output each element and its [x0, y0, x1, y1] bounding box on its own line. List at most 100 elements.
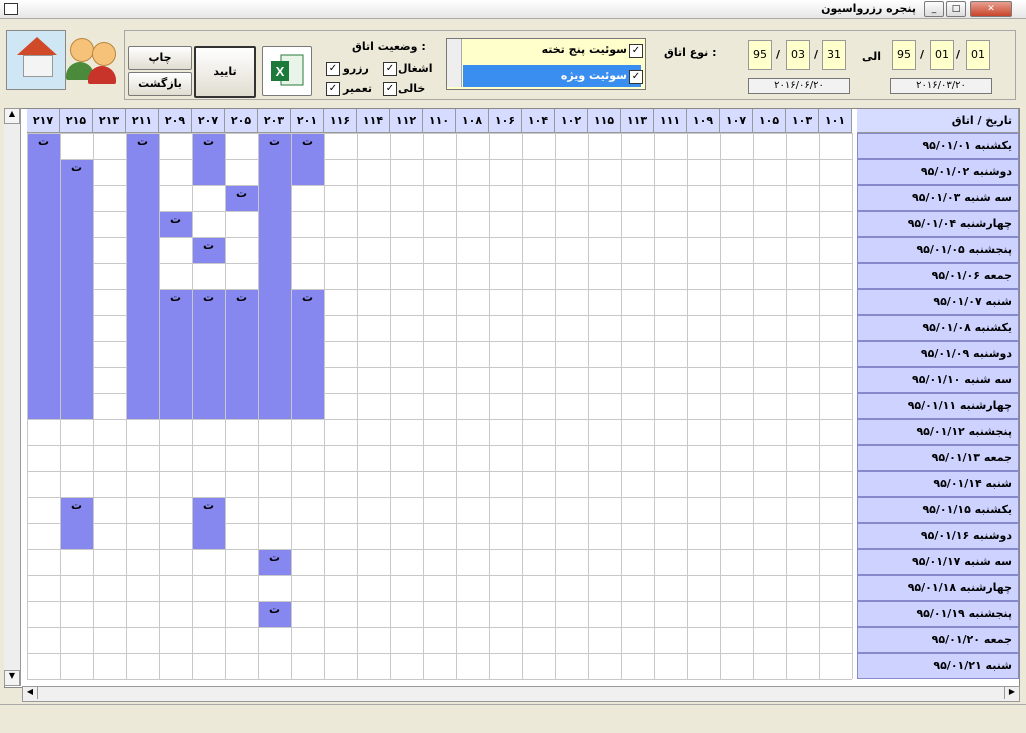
grid-column-line — [357, 133, 358, 679]
grid-column-line — [687, 133, 688, 679]
date-row-header: ۹۵/۰۱/۰۹ دوشنبه — [857, 341, 1019, 367]
room-type-item-selected[interactable]: سوئیت ویژه — [463, 65, 641, 87]
room-type-scrollbar[interactable] — [447, 39, 462, 87]
date-separator: / — [920, 48, 925, 61]
room-column-header[interactable]: ۱۰۵ — [753, 109, 786, 133]
room-column-header[interactable]: ۲۰۳ — [258, 109, 291, 133]
status-empty-checkbox[interactable]: ✓ — [383, 82, 397, 96]
booking-cell[interactable] — [259, 134, 291, 419]
room-column-header[interactable]: ۲۰۷ — [192, 109, 225, 133]
from-gregorian-date: ۲۰۱۶/۰۳/۲۰ — [890, 78, 992, 94]
room-type-item[interactable]: سوئیت پنج تخته — [463, 39, 641, 61]
date-row-header: ۹۵/۰۱/۱۳ جمعه — [857, 445, 1019, 471]
from-year-field[interactable]: 95 — [892, 40, 916, 70]
print-button[interactable]: چاپ — [128, 46, 192, 70]
to-label: الی — [862, 50, 882, 63]
booking-mark: ت — [268, 551, 281, 564]
room-column-header[interactable]: ۱۱۰ — [423, 109, 456, 133]
date-row-header: ۹۵/۰۱/۱۶ دوشنبه — [857, 523, 1019, 549]
grid-column-line — [819, 133, 820, 679]
booking-cell[interactable] — [292, 290, 324, 419]
date-row-header: ۹۵/۰۱/۱۸ چهارشنبه — [857, 575, 1019, 601]
status-repair-checkbox[interactable]: ✓ — [326, 82, 340, 96]
to-month-field[interactable]: 03 — [786, 40, 810, 70]
date-row-header: ۹۵/۰۱/۲۱ شنبه — [857, 653, 1019, 679]
to-year-field[interactable]: 95 — [748, 40, 772, 70]
booking-mark: ت — [37, 135, 50, 148]
booking-mark: ت — [235, 291, 248, 304]
grid-row-line — [27, 523, 852, 524]
date-row-header: ۹۵/۰۱/۱۴ شنبه — [857, 471, 1019, 497]
room-column-header[interactable]: ۱۱۴ — [357, 109, 390, 133]
excel-export-button[interactable]: X — [262, 46, 312, 96]
window-title: پنجره رزرواسیون — [821, 2, 916, 15]
booking-mark: ت — [235, 187, 248, 200]
booking-cell[interactable] — [160, 290, 192, 419]
grid-column-line — [324, 133, 325, 679]
minimize-button[interactable]: _ — [924, 1, 944, 17]
booking-mark: ت — [202, 499, 215, 512]
confirm-button[interactable]: تایید — [194, 46, 256, 98]
room-column-header[interactable]: ۱۱۳ — [621, 109, 654, 133]
room-column-header[interactable]: ۱۰۹ — [687, 109, 720, 133]
room-column-header[interactable]: ۱۰۷ — [720, 109, 753, 133]
room-column-header[interactable]: ۲۰۵ — [225, 109, 258, 133]
room-column-header[interactable]: ۱۱۱ — [654, 109, 687, 133]
maximize-button[interactable]: □ — [946, 1, 966, 17]
booking-cell[interactable] — [226, 290, 258, 419]
date-separator: / — [956, 48, 961, 61]
status-bar — [0, 704, 1026, 733]
booking-cell[interactable] — [61, 160, 93, 419]
room-column-header[interactable]: ۱۰۲ — [555, 109, 588, 133]
scroll-right-button[interactable]: ▶ — [1004, 687, 1019, 699]
grid-row-line — [27, 601, 852, 602]
grid-column-line — [489, 133, 490, 679]
room-status-label: وضعیت اتاق : — [352, 40, 426, 53]
horizontal-scrollbar[interactable]: ◀ ▶ — [22, 686, 1020, 702]
room-column-header[interactable]: ۱۰۳ — [786, 109, 819, 133]
date-row-header: ۹۵/۰۱/۰۲ دوشنبه — [857, 159, 1019, 185]
room-column-header[interactable]: ۲۱۵ — [60, 109, 93, 133]
room-column-header[interactable]: ۱۰۶ — [489, 109, 522, 133]
from-day-field[interactable]: 01 — [966, 40, 990, 70]
grid-column-line — [621, 133, 622, 679]
room-column-header[interactable]: ۱۱۵ — [588, 109, 621, 133]
room-type-list[interactable]: سوئیت پنج تخته ✓ سوئیت ویژه ✓ — [446, 38, 646, 90]
room-column-header[interactable]: ۱۰۱ — [819, 109, 852, 133]
grid-column-line — [522, 133, 523, 679]
to-day-field[interactable]: 31 — [822, 40, 846, 70]
room-column-header[interactable]: ۲۱۷ — [27, 109, 60, 133]
room-column-header[interactable]: ۲۰۹ — [159, 109, 192, 133]
room-column-header[interactable]: ۱۰۸ — [456, 109, 489, 133]
grid-column-line — [786, 133, 787, 679]
room-type-checkbox[interactable]: ✓ — [629, 44, 643, 58]
room-type-label: نوع اتاق : — [664, 46, 717, 59]
scroll-left-button[interactable]: ◀ — [23, 687, 38, 699]
status-occupied-checkbox[interactable]: ✓ — [383, 62, 397, 76]
status-reserved-checkbox[interactable]: ✓ — [326, 62, 340, 76]
room-column-header[interactable]: ۲۰۱ — [291, 109, 324, 133]
booking-mark: ت — [70, 499, 83, 512]
date-row-header: ۹۵/۰۱/۰۶ جمعه — [857, 263, 1019, 289]
scroll-up-button[interactable]: ▲ — [4, 108, 20, 124]
date-separator: / — [814, 48, 819, 61]
booking-cell[interactable] — [28, 134, 60, 419]
date-row-header: ۹۵/۰۱/۰۷ شنبه — [857, 289, 1019, 315]
vertical-scrollbar[interactable]: ▲ ▼ — [4, 108, 21, 686]
room-column-header[interactable]: ۱۰۴ — [522, 109, 555, 133]
room-column-header[interactable]: ۲۱۳ — [93, 109, 126, 133]
corner-header: تاریخ / اتاق — [857, 109, 1019, 133]
room-column-header[interactable]: ۱۱۶ — [324, 109, 357, 133]
booking-cell[interactable] — [127, 134, 159, 419]
booking-cell[interactable] — [193, 290, 225, 419]
from-month-field[interactable]: 01 — [930, 40, 954, 70]
scroll-down-button[interactable]: ▼ — [4, 670, 20, 686]
back-button[interactable]: بازگشت — [128, 72, 192, 96]
date-row-header: ۹۵/۰۱/۲۰ جمعه — [857, 627, 1019, 653]
date-row-header: ۹۵/۰۱/۱۲ پنجشنبه — [857, 419, 1019, 445]
grid-row-line — [27, 653, 852, 654]
room-column-header[interactable]: ۲۱۱ — [126, 109, 159, 133]
close-button[interactable]: ✕ — [970, 1, 1012, 17]
room-type-checkbox[interactable]: ✓ — [629, 70, 643, 84]
room-column-header[interactable]: ۱۱۲ — [390, 109, 423, 133]
